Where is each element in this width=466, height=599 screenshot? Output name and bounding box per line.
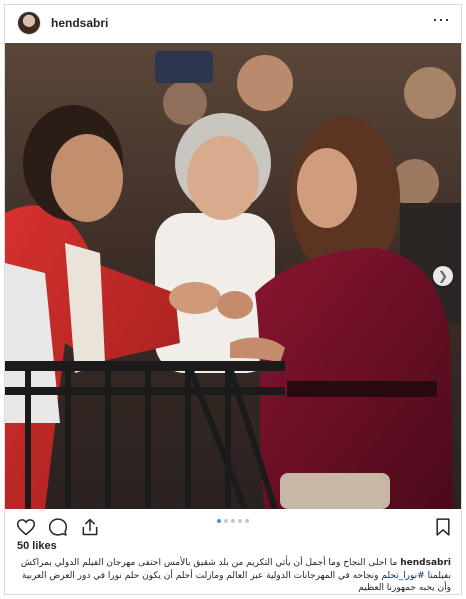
carousel-dot [217, 519, 221, 523]
post-caption: hendsabri ما احلى النجاح وما أجمل أن يأت… [15, 557, 451, 594]
instagram-post-card: hendsabri ⋯ ❯ 50 likes hendsabri ما احلى… [4, 4, 462, 595]
bookmark-icon[interactable] [433, 517, 453, 537]
post-header: hendsabri ⋯ [5, 5, 461, 43]
hashtag-link[interactable]: #نورا_تحلم [381, 571, 424, 581]
caption-username[interactable]: hendsabri [400, 558, 451, 568]
carousel-indicator [217, 519, 249, 523]
avatar[interactable] [17, 11, 41, 35]
carousel-dot [238, 519, 242, 523]
likes-count[interactable]: 50 likes [17, 540, 57, 552]
carousel-dot [245, 519, 249, 523]
post-username[interactable]: hendsabri [51, 16, 108, 30]
share-icon[interactable] [80, 517, 100, 537]
photo-illustration [5, 43, 461, 509]
comment-icon[interactable] [48, 517, 68, 537]
carousel-dot [231, 519, 235, 523]
post-photo[interactable]: ❯ [5, 43, 461, 509]
more-options-icon[interactable]: ⋯ [432, 11, 451, 29]
chevron-right-icon[interactable]: ❯ [433, 266, 453, 286]
carousel-dot [224, 519, 228, 523]
heart-icon[interactable] [16, 517, 36, 537]
post-actions [5, 509, 461, 543]
